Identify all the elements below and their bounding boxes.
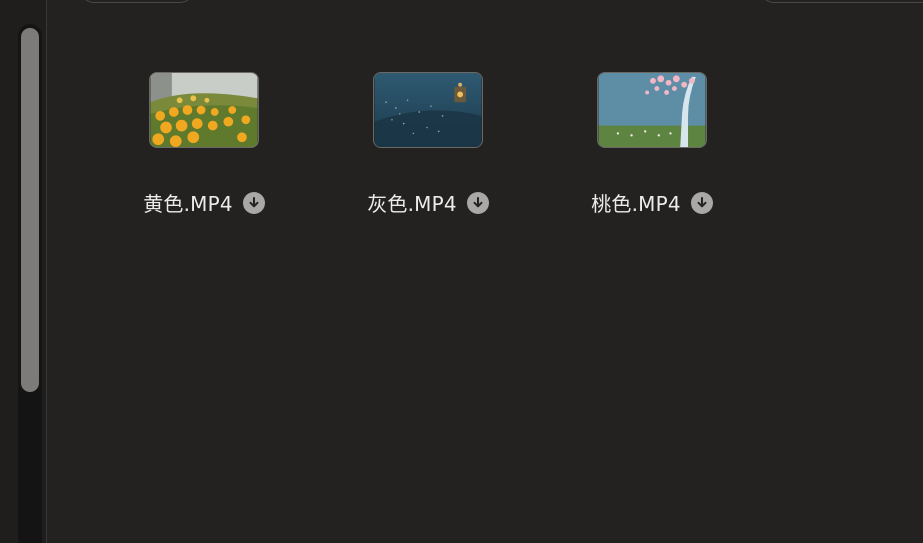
peach-blossom-tree-thumbnail (598, 73, 706, 147)
top-toolbar-edge-right (760, 0, 923, 3)
video-thumbnail-peach[interactable] (597, 72, 707, 148)
file-name-row: 灰色.MP4 (367, 188, 489, 217)
file-name-row: 桃色.MP4 (591, 188, 713, 217)
scrollbar-thumb[interactable] (21, 28, 39, 392)
file-name[interactable]: 黄色.MP4 (143, 188, 233, 217)
file-grid: 黄色.MP4 灰色.MP4 桃色.MP4 (92, 72, 764, 217)
download-icon[interactable] (690, 191, 713, 214)
video-thumbnail-gray[interactable] (373, 72, 483, 148)
download-icon[interactable] (242, 191, 265, 214)
file-name[interactable]: 灰色.MP4 (367, 188, 457, 217)
file-item-gray[interactable]: 灰色.MP4 (316, 72, 540, 217)
file-name-row: 黄色.MP4 (143, 188, 265, 217)
download-icon[interactable] (466, 191, 489, 214)
dark-blue-night-thumbnail (374, 73, 482, 147)
yellow-flower-field-thumbnail (150, 73, 258, 147)
video-thumbnail-yellow[interactable] (149, 72, 259, 148)
file-browser-window: 黄色.MP4 灰色.MP4 桃色.MP4 (0, 0, 923, 543)
file-name[interactable]: 桃色.MP4 (591, 188, 681, 217)
top-toolbar-edge-left (80, 0, 194, 3)
file-item-peach[interactable]: 桃色.MP4 (540, 72, 764, 217)
file-item-yellow[interactable]: 黄色.MP4 (92, 72, 316, 217)
